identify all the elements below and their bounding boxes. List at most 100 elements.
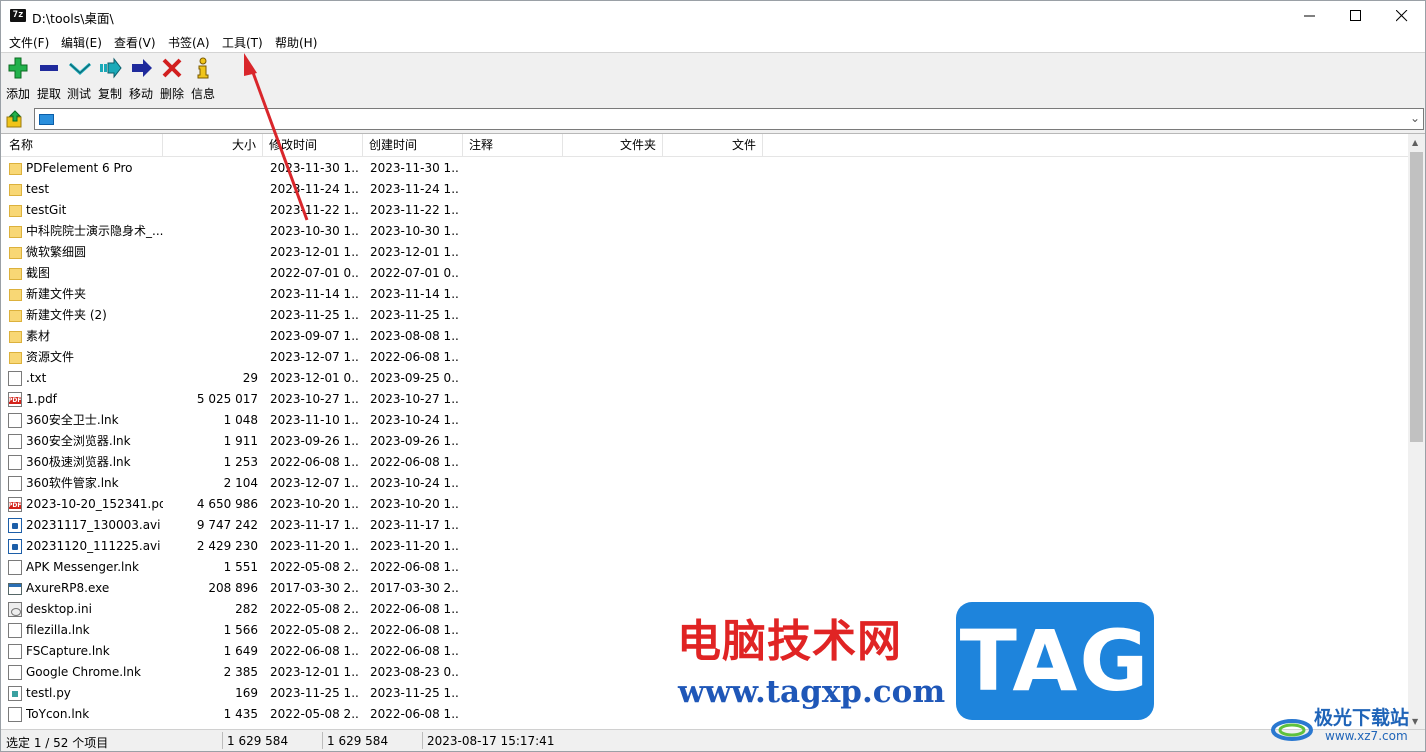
menu-tools[interactable]: 工具(T) (222, 34, 263, 51)
file-row[interactable]: 20231120_111225.avi 2 429 230 2023-11-20 1… (1, 536, 1406, 557)
close-button[interactable] (1379, 1, 1425, 31)
file-name: testl.py (26, 686, 71, 700)
column-name[interactable]: 名称 (1, 134, 163, 157)
file-size: 4 650 986 (196, 497, 258, 511)
file-row[interactable]: 360软件管家.lnk 2 104 2023-12-07 1... 2023-10-2… (1, 473, 1406, 494)
scroll-up-icon[interactable]: ▲ (1412, 138, 1418, 147)
file-created: 2023-09-25 0... (370, 371, 460, 385)
file-created: 2023-08-08 1... (370, 329, 460, 343)
file-modified: 2023-11-24 1... (270, 182, 360, 196)
file-created: 2023-10-24 1... (370, 413, 460, 427)
file-row[interactable]: 中科院院士演示隐身术_... 2023-10-30 1... 2023-10-30 … (1, 221, 1406, 242)
file-size: 9 747 242 (196, 518, 258, 532)
file-row[interactable]: 20231117_130003.avi 9 747 242 2023-11-17 1… (1, 515, 1406, 536)
scroll-down-icon[interactable]: ▼ (1412, 717, 1418, 726)
info-button[interactable]: 信息 (188, 57, 218, 101)
watermark-url: www.tagxp.com (678, 674, 946, 710)
scroll-thumb[interactable] (1410, 152, 1423, 442)
folder-up-icon (6, 110, 22, 128)
file-row[interactable]: 新建文件夹 2023-11-14 1... 2023-11-14 1... (1, 284, 1406, 305)
file-size: 29 (242, 371, 258, 385)
file-size: 1 649 (223, 644, 258, 658)
address-combobox[interactable]: ⌄ (34, 108, 1424, 130)
file-created: 2023-11-22 1... (370, 203, 460, 217)
file-name: ToYcon.lnk (26, 707, 90, 721)
file-modified: 2023-10-27 1... (270, 392, 360, 406)
file-name: 20231120_111225.avi (26, 539, 161, 553)
file-modified: 2023-12-01 1... (270, 665, 360, 679)
file-row[interactable]: 截图 2022-07-01 0... 2022-07-01 0... (1, 263, 1406, 284)
file-icon (8, 371, 22, 386)
column-folders[interactable]: 文件夹 (563, 134, 663, 157)
column-files[interactable]: 文件 (663, 134, 763, 157)
vertical-scrollbar[interactable]: ▲ ▼ (1408, 134, 1425, 729)
file-name: .txt (26, 371, 47, 385)
move-label: 移动 (128, 87, 153, 101)
file-icon (8, 707, 22, 722)
file-row[interactable]: APK Messenger.lnk 1 551 2022-05-08 2... 202… (1, 557, 1406, 578)
address-bar: ⌄ (1, 103, 1425, 133)
info-icon (197, 57, 209, 79)
file-row[interactable]: 资源文件 2023-12-07 1... 2022-06-08 1... (1, 347, 1406, 368)
folder-icon (9, 352, 22, 364)
file-row[interactable]: 360极速浏览器.lnk 1 253 2022-06-08 1... 2022-06-… (1, 452, 1406, 473)
extract-button[interactable]: 提取 (34, 57, 64, 101)
file-created: 2023-11-20 1... (370, 539, 460, 553)
file-modified: 2017-03-30 2... (270, 581, 360, 595)
close-icon (1396, 10, 1408, 22)
menu-file[interactable]: 文件(F) (9, 34, 49, 51)
7zip-app-icon: 7z (10, 9, 26, 22)
move-button[interactable]: 移动 (126, 57, 156, 101)
column-size[interactable]: 大小 (163, 134, 263, 157)
file-name: 2023-10-20_152341.pdf (26, 497, 163, 511)
up-folder-button[interactable] (5, 109, 25, 129)
file-name: testGit (26, 203, 67, 217)
exe-icon (8, 583, 22, 595)
file-size: 1 048 (223, 413, 258, 427)
file-row[interactable]: 素材 2023-09-07 1... 2023-08-08 1... (1, 326, 1406, 347)
file-row[interactable]: 360安全卫士.lnk 1 048 2023-11-10 1... 2023-10-2… (1, 410, 1406, 431)
file-icon (8, 455, 22, 470)
file-modified: 2023-12-01 0... (270, 371, 360, 385)
file-name: desktop.ini (26, 602, 92, 616)
file-created: 2023-11-25 1... (370, 308, 460, 322)
maximize-icon (1350, 10, 1361, 21)
column-created[interactable]: 创建时间 (363, 134, 463, 157)
menu-view[interactable]: 查看(V) (114, 34, 156, 51)
file-size: 282 (235, 602, 258, 616)
file-row[interactable]: PDFelement 6 Pro 2023-11-30 1... 2023-11-3… (1, 158, 1406, 179)
minimize-button[interactable] (1287, 1, 1333, 31)
file-row[interactable]: AxureRP8.exe 208 896 2017-03-30 2... 2017-0… (1, 578, 1406, 599)
menu-help[interactable]: 帮助(H) (275, 34, 317, 51)
menu-edit[interactable]: 编辑(E) (61, 34, 102, 51)
folder-icon (9, 184, 22, 196)
file-modified: 2023-11-10 1... (270, 413, 360, 427)
status-size-selected: 1 629 584 (227, 734, 289, 748)
file-created: 2023-10-30 1... (370, 224, 460, 238)
file-row[interactable]: 微软繁细圆 2023-12-01 1... 2023-12-01 1... (1, 242, 1406, 263)
file-row[interactable]: 2023-10-20_152341.pdf 4 650 986 2023-10-20… (1, 494, 1406, 515)
file-row[interactable]: testGit 2023-11-22 1... 2023-11-22 1... (1, 200, 1406, 221)
delete-label: 删除 (159, 87, 184, 101)
menu-bar: 文件(F) 编辑(E) 查看(V) 书签(A) 工具(T) 帮助(H) (1, 31, 1425, 53)
column-comment[interactable]: 注释 (463, 134, 563, 157)
delete-button[interactable]: 删除 (157, 57, 187, 101)
column-modified[interactable]: 修改时间 (263, 134, 363, 157)
menu-bookmarks[interactable]: 书签(A) (168, 34, 210, 51)
py-icon (8, 686, 22, 701)
file-modified: 2022-05-08 2... (270, 602, 360, 616)
file-row[interactable]: 360安全浏览器.lnk 1 911 2023-09-26 1... 2023-09-… (1, 431, 1406, 452)
file-row[interactable]: .txt 29 2023-12-01 0... 2023-09-25 0... (1, 368, 1406, 389)
maximize-button[interactable] (1333, 1, 1379, 31)
chevron-down-icon[interactable]: ⌄ (1410, 111, 1420, 125)
copy-button[interactable]: 复制 (95, 57, 125, 101)
file-name: Google Chrome.lnk (26, 665, 141, 679)
file-row[interactable]: 1.pdf 5 025 017 2023-10-27 1... 2023-10-27 … (1, 389, 1406, 410)
file-row[interactable]: 新建文件夹 (2) 2023-11-25 1... 2023-11-25 1... (1, 305, 1406, 326)
file-name: APK Messenger.lnk (26, 560, 139, 574)
add-button[interactable]: 添加 (3, 57, 33, 101)
test-button[interactable]: 测试 (64, 57, 94, 101)
drive-icon (39, 114, 54, 125)
file-row[interactable]: test 2023-11-24 1... 2023-11-24 1... (1, 179, 1406, 200)
file-created: 2023-10-24 1... (370, 476, 460, 490)
